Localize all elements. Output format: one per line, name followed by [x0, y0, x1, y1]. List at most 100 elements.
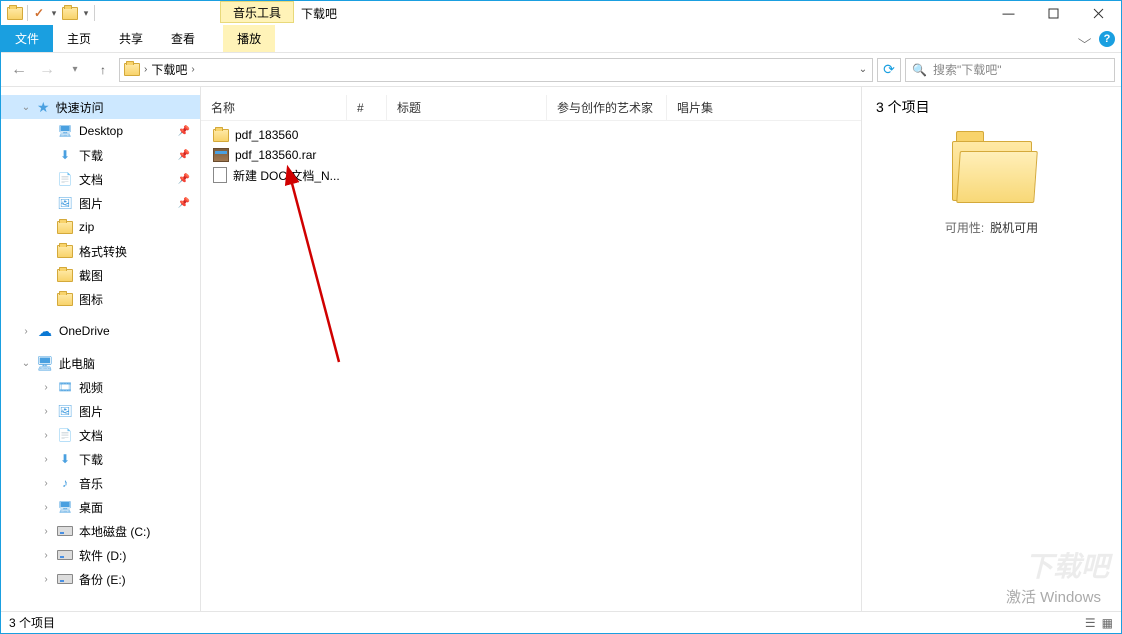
sidebar-item[interactable]: 截图 [1, 263, 200, 287]
address-history-icon[interactable]: ⌄ [854, 64, 872, 75]
expand-icon[interactable]: ⌄ [21, 102, 31, 113]
properties-icon[interactable]: ✓ [32, 6, 46, 20]
sidebar-item[interactable]: › 📄 文档 [1, 423, 200, 447]
expand-icon[interactable]: › [21, 326, 31, 337]
title-bar: ✓ ▾ ▾ 音乐工具 下载吧 — [1, 1, 1121, 25]
expand-icon[interactable]: › [41, 430, 51, 441]
sidebar-quick-access[interactable]: ⌄ ★ 快速访问 [1, 95, 200, 119]
tab-share[interactable]: 共享 [105, 25, 157, 52]
sidebar-item[interactable]: 📄 文档 📌 [1, 167, 200, 191]
expand-icon[interactable]: › [41, 502, 51, 513]
sidebar-item-label: 图片 [79, 195, 103, 212]
pin-icon: 📌 [178, 126, 190, 137]
file-name: pdf_183560 [235, 128, 298, 142]
refresh-button[interactable]: ⟳ [877, 58, 901, 82]
sidebar-item-label: 格式转换 [79, 243, 127, 260]
tab-file[interactable]: 文件 [1, 25, 53, 52]
sidebar-item[interactable]: › ♪ 音乐 [1, 471, 200, 495]
sidebar-item[interactable]: › 本地磁盘 (C:) [1, 519, 200, 543]
expand-icon[interactable]: › [41, 478, 51, 489]
status-bar: 3 个项目 ☰ ▦ [1, 611, 1121, 633]
sidebar-item-label: 桌面 [79, 499, 103, 516]
minimize-button[interactable]: — [986, 1, 1031, 25]
column-name[interactable]: 名称 [201, 95, 347, 120]
status-text: 3 个项目 [9, 614, 55, 631]
sidebar-item[interactable]: › ⬇ 下载 [1, 447, 200, 471]
sidebar-item-label: 下载 [79, 451, 103, 468]
sidebar-onedrive[interactable]: › ☁ OneDrive [1, 319, 200, 343]
expand-icon[interactable]: ⌄ [21, 358, 31, 369]
maximize-button[interactable] [1031, 1, 1076, 25]
back-button[interactable]: ← [7, 58, 31, 82]
expand-icon[interactable]: › [41, 406, 51, 417]
sidebar-item[interactable]: 🖼 图片 📌 [1, 191, 200, 215]
sidebar-item-label: 图标 [79, 291, 103, 308]
expand-icon[interactable]: › [41, 550, 51, 561]
sidebar-this-pc[interactable]: ⌄ 🖥 此电脑 [1, 351, 200, 375]
qat-customize-icon[interactable]: ▾ [82, 8, 90, 19]
pin-icon: 📌 [178, 174, 190, 185]
sidebar-item[interactable]: › 🎞 视频 [1, 375, 200, 399]
sidebar-item[interactable]: ⬇ 下载 📌 [1, 143, 200, 167]
breadcrumb-separator-icon[interactable]: › [144, 64, 147, 75]
sidebar-item[interactable]: 格式转换 [1, 239, 200, 263]
cloud-icon: ☁ [37, 324, 53, 338]
monitor-icon: 🖥 [37, 356, 53, 370]
close-button[interactable] [1076, 1, 1121, 25]
navigation-pane: ⌄ ★ 快速访问 🖥 Desktop 📌 ⬇ 下载 📌 📄 文档 📌 🖼 图片 … [1, 87, 201, 611]
forward-button[interactable]: → [35, 58, 59, 82]
star-icon: ★ [37, 99, 50, 116]
availability-label: 可用性: [945, 219, 984, 236]
up-button[interactable]: ↑ [91, 58, 115, 82]
breadcrumb-segment[interactable]: 下载吧 [151, 61, 187, 78]
sidebar-item[interactable]: 🖥 Desktop 📌 [1, 119, 200, 143]
sidebar-item-label: 视频 [79, 379, 103, 396]
file-row[interactable]: pdf_183560 [201, 125, 861, 145]
column-artists[interactable]: 参与创作的艺术家 [547, 95, 667, 120]
sidebar-item[interactable]: zip [1, 215, 200, 239]
sidebar-item-label: 备份 (E:) [79, 571, 126, 588]
sidebar-item-label: 下载 [79, 147, 103, 164]
tab-view[interactable]: 查看 [157, 25, 209, 52]
app-folder-icon[interactable] [7, 7, 23, 20]
expand-icon[interactable]: › [41, 526, 51, 537]
file-list-area[interactable]: 名称 # 标题 参与创作的艺术家 唱片集 pdf_183560 pdf_1835… [201, 87, 861, 611]
search-box[interactable]: 🔍 搜索"下载吧" [905, 58, 1115, 82]
search-placeholder: 搜索"下载吧" [933, 61, 1002, 78]
sidebar-item[interactable]: › 软件 (D:) [1, 543, 200, 567]
thumbnails-view-icon[interactable]: ▦ [1102, 616, 1113, 630]
sidebar-item[interactable]: › 🖼 图片 [1, 399, 200, 423]
expand-icon[interactable]: › [41, 574, 51, 585]
sidebar-item[interactable]: 图标 [1, 287, 200, 311]
column-album[interactable]: 唱片集 [667, 95, 787, 120]
collapse-ribbon-icon[interactable]: ⌵ [1078, 32, 1092, 47]
breadcrumb-separator-icon[interactable]: › [191, 64, 194, 75]
sidebar-item-label: 软件 (D:) [79, 547, 126, 564]
expand-icon[interactable]: › [41, 454, 51, 465]
new-folder-icon[interactable] [62, 7, 78, 20]
qat-divider [27, 5, 28, 21]
file-row[interactable]: pdf_183560.rar [201, 145, 861, 165]
column-headers: 名称 # 标题 参与创作的艺术家 唱片集 [201, 95, 861, 121]
address-folder-icon [124, 63, 140, 76]
file-row[interactable]: 新建 DOC 文档_N... [201, 165, 861, 185]
expand-icon[interactable]: › [41, 382, 51, 393]
window-controls: — [986, 1, 1121, 25]
ribbon-tabs: 文件 主页 共享 查看 播放 ⌵ ? [1, 25, 1121, 53]
properties-dropdown-icon[interactable]: ▾ [50, 8, 58, 19]
quick-access-toolbar: ✓ ▾ ▾ [1, 5, 95, 21]
file-listing: pdf_183560 pdf_183560.rar 新建 DOC 文档_N... [201, 121, 861, 185]
tab-playback[interactable]: 播放 [223, 25, 275, 52]
tab-home[interactable]: 主页 [53, 25, 105, 52]
sidebar-label: OneDrive [59, 324, 110, 338]
recent-locations-icon[interactable]: ▾ [63, 58, 87, 82]
column-title[interactable]: 标题 [387, 95, 547, 120]
body: ⌄ ★ 快速访问 🖥 Desktop 📌 ⬇ 下载 📌 📄 文档 📌 🖼 图片 … [1, 87, 1121, 611]
column-num[interactable]: # [347, 95, 387, 120]
help-icon[interactable]: ? [1099, 31, 1115, 47]
details-view-icon[interactable]: ☰ [1085, 616, 1096, 630]
sidebar-item[interactable]: › 🖥 桌面 [1, 495, 200, 519]
activate-windows-text: 激活 Windows [1006, 586, 1101, 607]
sidebar-item[interactable]: › 备份 (E:) [1, 567, 200, 591]
address-bar[interactable]: › 下载吧 › ⌄ [119, 58, 873, 82]
